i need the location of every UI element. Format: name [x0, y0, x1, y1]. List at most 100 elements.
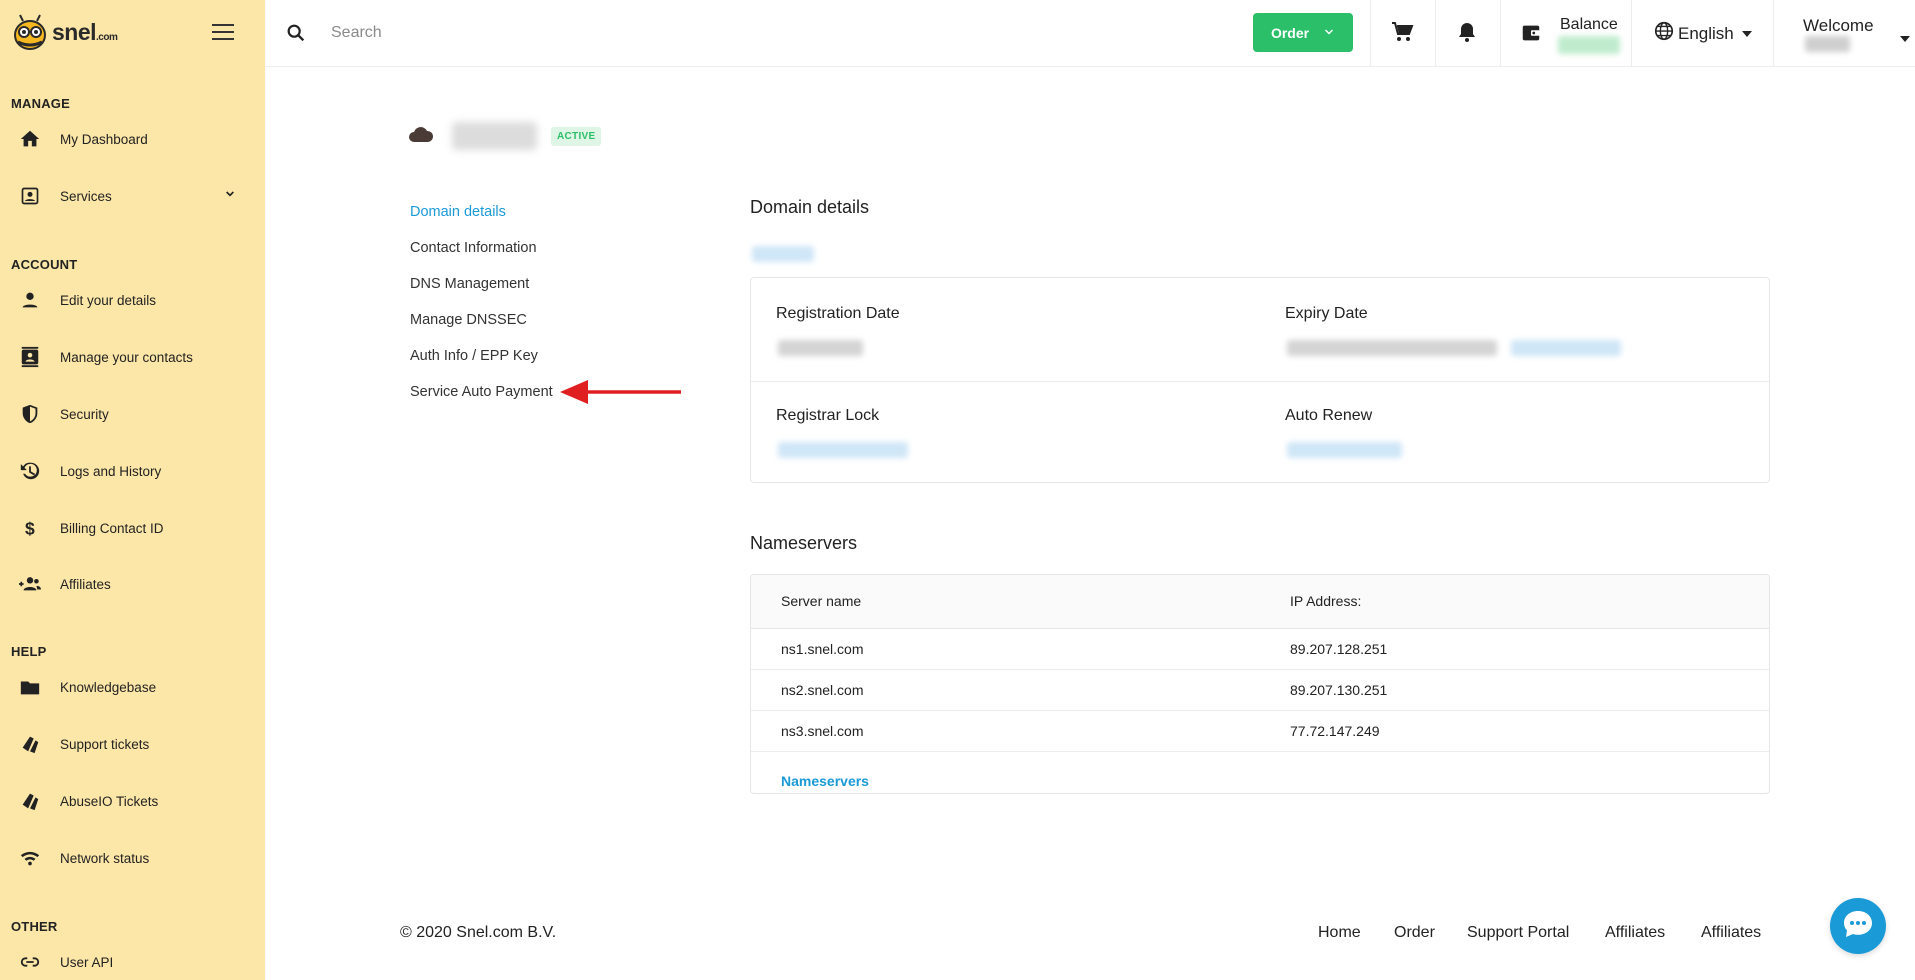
- search-input[interactable]: [331, 20, 831, 46]
- menu-toggle-icon[interactable]: [212, 24, 234, 40]
- section-manage: MANAGE: [11, 96, 70, 111]
- domain-details-card: Registration Date Expiry Date Registrar …: [750, 277, 1770, 483]
- balance-amount-redacted: [1558, 36, 1620, 54]
- footer-link-affiliates[interactable]: Affiliates: [1605, 924, 1665, 942]
- wallet-icon: [1520, 22, 1542, 49]
- chevron-down-icon[interactable]: [222, 186, 238, 207]
- order-button[interactable]: Order: [1253, 13, 1353, 52]
- nameservers-table: Server name IP Address: ns1.snel.com 89.…: [750, 574, 1770, 794]
- table-row: ns3.snel.com 77.72.147.249: [751, 711, 1769, 752]
- nameservers-title: Nameservers: [750, 533, 858, 553]
- bell-icon[interactable]: [1455, 20, 1479, 49]
- section-help: HELP: [11, 644, 47, 659]
- sidebar-item-affiliates[interactable]: Affiliates: [0, 564, 265, 604]
- sidebar-item-abuseio-tickets[interactable]: AbuseIO Tickets: [0, 781, 265, 821]
- history-icon: [18, 459, 42, 483]
- home-icon: [18, 127, 42, 151]
- snel-logo[interactable]: snel.com: [10, 12, 118, 52]
- person-icon: [18, 288, 42, 312]
- subnav-domain-details[interactable]: Domain details: [410, 204, 506, 220]
- sidebar-item-contacts[interactable]: Manage your contacts: [0, 337, 265, 377]
- section-other: OTHER: [11, 919, 58, 934]
- auto-renew-label: Auto Renew: [1285, 407, 1373, 424]
- footer-link-home[interactable]: Home: [1318, 924, 1361, 942]
- wifi-icon: [18, 846, 42, 870]
- footer-link-support-portal[interactable]: Support Portal: [1467, 924, 1569, 942]
- tickets-icon: [18, 732, 42, 756]
- service-header: ACTIVE: [408, 122, 602, 150]
- sidebar-item-knowledgebase[interactable]: Knowledgebase: [0, 667, 265, 707]
- sidebar-item-label: User API: [60, 954, 114, 970]
- sidebar-item-network-status[interactable]: Network status: [0, 838, 265, 878]
- column-header-ip: IP Address:: [1290, 593, 1362, 609]
- domain-details-title: Domain details: [750, 197, 870, 217]
- cart-icon[interactable]: [1390, 20, 1414, 49]
- registration-date-label: Registration Date: [776, 305, 900, 322]
- dollar-icon: $: [18, 516, 42, 540]
- domain-link-redacted[interactable]: [752, 246, 814, 262]
- cloud-icon: [408, 124, 434, 149]
- sidebar-item-edit-details[interactable]: Edit your details: [0, 280, 265, 320]
- table-row: ns1.snel.com 89.207.128.251: [751, 629, 1769, 670]
- username-redacted: [1805, 36, 1850, 52]
- order-button-label: Order: [1270, 24, 1310, 41]
- sidebar-item-user-api[interactable]: User API: [0, 942, 265, 980]
- subnav-manage-dnssec[interactable]: Manage DNSSEC: [410, 312, 527, 328]
- renew-link-redacted[interactable]: [1511, 340, 1621, 356]
- subnav-auth-info[interactable]: Auth Info / EPP Key: [410, 348, 538, 364]
- sidebar-item-services[interactable]: Services: [0, 176, 265, 216]
- divider: [1773, 0, 1774, 67]
- server-name: ns3.snel.com: [781, 723, 864, 739]
- expiry-date-redacted: [1287, 340, 1497, 356]
- ip-address: 89.207.128.251: [1290, 641, 1388, 657]
- brand-name: snel.com: [52, 18, 118, 45]
- status-badge: ACTIVE: [551, 126, 602, 146]
- sidebar-item-label: Affiliates: [60, 576, 111, 592]
- server-name: ns2.snel.com: [781, 682, 864, 698]
- welcome-label: Welcome: [1803, 16, 1874, 35]
- sidebar-item-label: Logs and History: [60, 463, 162, 479]
- sidebar-item-security[interactable]: Security: [0, 394, 265, 434]
- divider: [1631, 0, 1632, 67]
- ip-address: 89.207.130.251: [1290, 682, 1388, 698]
- sidebar-item-label: Knowledgebase: [60, 679, 157, 695]
- column-header-server: Server name: [781, 593, 862, 609]
- sidebar-item-dashboard[interactable]: My Dashboard: [0, 119, 265, 159]
- folder-icon: [18, 675, 42, 699]
- caret-down-icon: [1900, 30, 1910, 48]
- link-icon: [18, 950, 42, 974]
- sidebar-item-label: Manage your contacts: [60, 349, 193, 365]
- registrar-lock-label: Registrar Lock: [776, 407, 880, 424]
- annotation-arrow-icon: [560, 380, 681, 404]
- footer-link-order[interactable]: Order: [1394, 924, 1435, 942]
- ip-address: 77.72.147.249: [1290, 723, 1380, 739]
- sidebar-item-label: Billing Contact ID: [60, 520, 164, 536]
- subnav-contact-information[interactable]: Contact Information: [410, 240, 537, 256]
- topbar: Order Balance English Welcome: [265, 0, 1915, 67]
- shield-icon: [18, 402, 42, 426]
- sidebar-item-label: Network status: [60, 850, 150, 866]
- sidebar-item-logs[interactable]: Logs and History: [0, 451, 265, 491]
- divider: [1500, 0, 1501, 67]
- footer-link-affiliates-2[interactable]: Affiliates: [1701, 924, 1761, 942]
- registrar-lock-toggle-redacted[interactable]: [778, 442, 908, 458]
- svg-text:$: $: [25, 519, 35, 539]
- chat-bubble-icon: [1841, 908, 1875, 945]
- domain-name-redacted: [452, 122, 537, 150]
- sidebar-item-billing[interactable]: $ Billing Contact ID: [0, 508, 265, 548]
- group-add-icon: [18, 572, 42, 596]
- subnav-service-auto-payment[interactable]: Service Auto Payment: [410, 384, 553, 400]
- auto-renew-toggle-redacted[interactable]: [1287, 442, 1402, 458]
- sidebar-item-label: My Dashboard: [60, 131, 148, 147]
- language-selector[interactable]: English: [1653, 20, 1752, 47]
- user-menu[interactable]: Welcome: [1803, 14, 1913, 54]
- subnav-dns-management[interactable]: DNS Management: [410, 276, 529, 292]
- balance-widget[interactable]: Balance: [1520, 14, 1635, 54]
- search-icon[interactable]: [285, 22, 307, 49]
- expiry-date-label: Expiry Date: [1285, 305, 1368, 322]
- sidebar-item-support-tickets[interactable]: Support tickets: [0, 724, 265, 764]
- nameservers-link[interactable]: Nameservers: [781, 773, 869, 789]
- chat-button[interactable]: [1830, 898, 1886, 954]
- sidebar: snel.com MANAGE My Dashboard Services AC…: [0, 0, 265, 980]
- sidebar-item-label: Security: [60, 406, 109, 422]
